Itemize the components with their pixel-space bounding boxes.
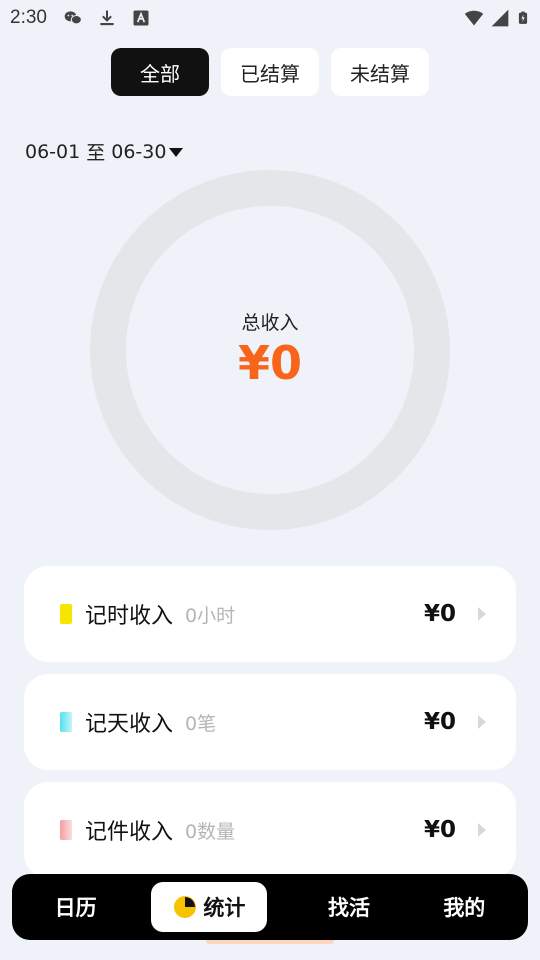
card-title: 记件收入	[85, 820, 174, 845]
status-notification-icons	[63, 8, 151, 28]
nav-label: 日历	[54, 896, 97, 920]
card-amount: ¥0	[423, 817, 456, 843]
tab-settled[interactable]: 已结算	[221, 48, 319, 96]
nav-statistics[interactable]: 统计	[151, 882, 268, 932]
card-amount: ¥0	[423, 601, 456, 627]
battery-icon	[518, 11, 528, 24]
total-income-value: ¥0	[237, 336, 302, 390]
nav-label: 我的	[443, 896, 486, 920]
card-amount: ¥0	[423, 709, 456, 735]
card-title: 记时收入	[85, 604, 174, 629]
settlement-filter-tabs: 全部 已结算 未结算	[111, 48, 429, 96]
piecework-income-card[interactable]: 记件收入 0数量 ¥0	[24, 782, 516, 878]
chevron-right-icon	[478, 823, 486, 837]
date-range-selector[interactable]: 06-01 至 06-30	[25, 138, 184, 165]
card-title: 记天收入	[85, 712, 174, 737]
daily-income-card[interactable]: 记天收入 0笔 ¥0	[24, 674, 516, 770]
daily-color-marker	[60, 712, 72, 732]
status-bar: 2:30	[0, 0, 540, 36]
nav-label: 找活	[327, 896, 370, 920]
wechat-icon	[64, 11, 82, 25]
card-detail: 0小时	[185, 604, 236, 627]
caret-down-icon	[169, 147, 184, 157]
piecework-color-marker	[60, 820, 72, 840]
bottom-navigation: 日历 统计 找活 我的	[12, 874, 528, 940]
nav-profile[interactable]: 我的	[407, 882, 522, 932]
hourly-income-card[interactable]: 记时收入 0小时 ¥0	[24, 566, 516, 662]
total-income-label: 总收入	[241, 312, 299, 334]
status-time: 2:30	[10, 7, 47, 28]
hourly-color-marker	[60, 604, 72, 624]
signal-icon	[491, 9, 509, 27]
card-detail: 0笔	[185, 712, 217, 735]
nav-label: 统计	[203, 896, 246, 920]
chevron-right-icon	[478, 715, 486, 729]
date-end: 06-30	[111, 140, 167, 163]
download-icon	[100, 10, 114, 26]
nav-find-work[interactable]: 找活	[291, 882, 406, 932]
tab-unsettled[interactable]: 未结算	[331, 48, 429, 96]
date-separator: 至	[86, 142, 106, 164]
nav-calendar[interactable]: 日历	[18, 882, 133, 932]
a-icon	[133, 10, 149, 26]
tab-all[interactable]: 全部	[111, 48, 209, 96]
card-detail: 0数量	[185, 820, 236, 843]
chevron-right-icon	[478, 607, 486, 621]
wifi-icon	[464, 10, 484, 26]
status-system-icons	[464, 8, 530, 28]
pie-chart-icon	[174, 896, 197, 918]
date-start: 06-01	[25, 140, 81, 163]
